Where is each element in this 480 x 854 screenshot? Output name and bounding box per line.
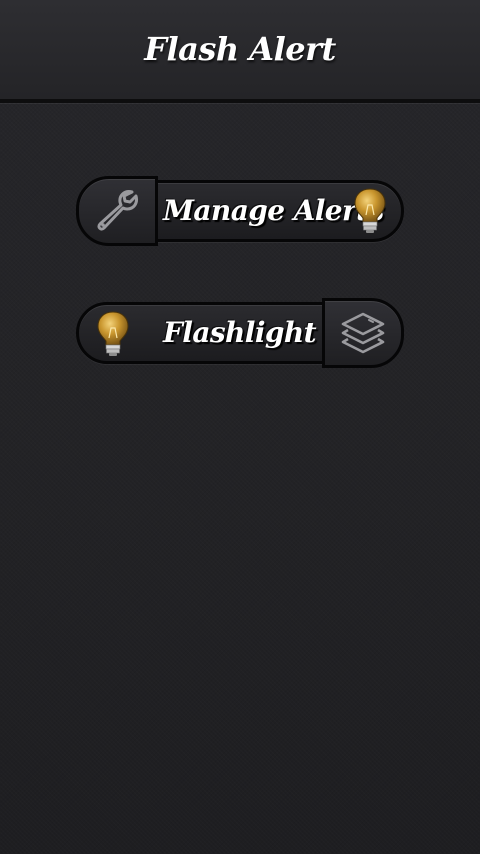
flashlight-label: Flashlight <box>163 316 317 349</box>
app-screen: Flash Alert Manage Alerts Flashlight <box>0 0 480 854</box>
wrench-cap <box>76 176 158 246</box>
layers-icon <box>341 312 385 354</box>
lightbulb-icon <box>354 188 386 233</box>
lightbulb-icon <box>97 311 129 356</box>
flashlight-button[interactable]: Flashlight <box>76 298 404 368</box>
app-title: Flash Alert <box>144 30 336 68</box>
manage-alerts-button[interactable]: Manage Alerts <box>76 176 404 246</box>
app-header: Flash Alert <box>0 0 480 103</box>
layers-cap <box>322 298 404 368</box>
manage-alerts-label: Manage Alerts <box>163 194 384 227</box>
wrench-icon <box>97 190 138 231</box>
